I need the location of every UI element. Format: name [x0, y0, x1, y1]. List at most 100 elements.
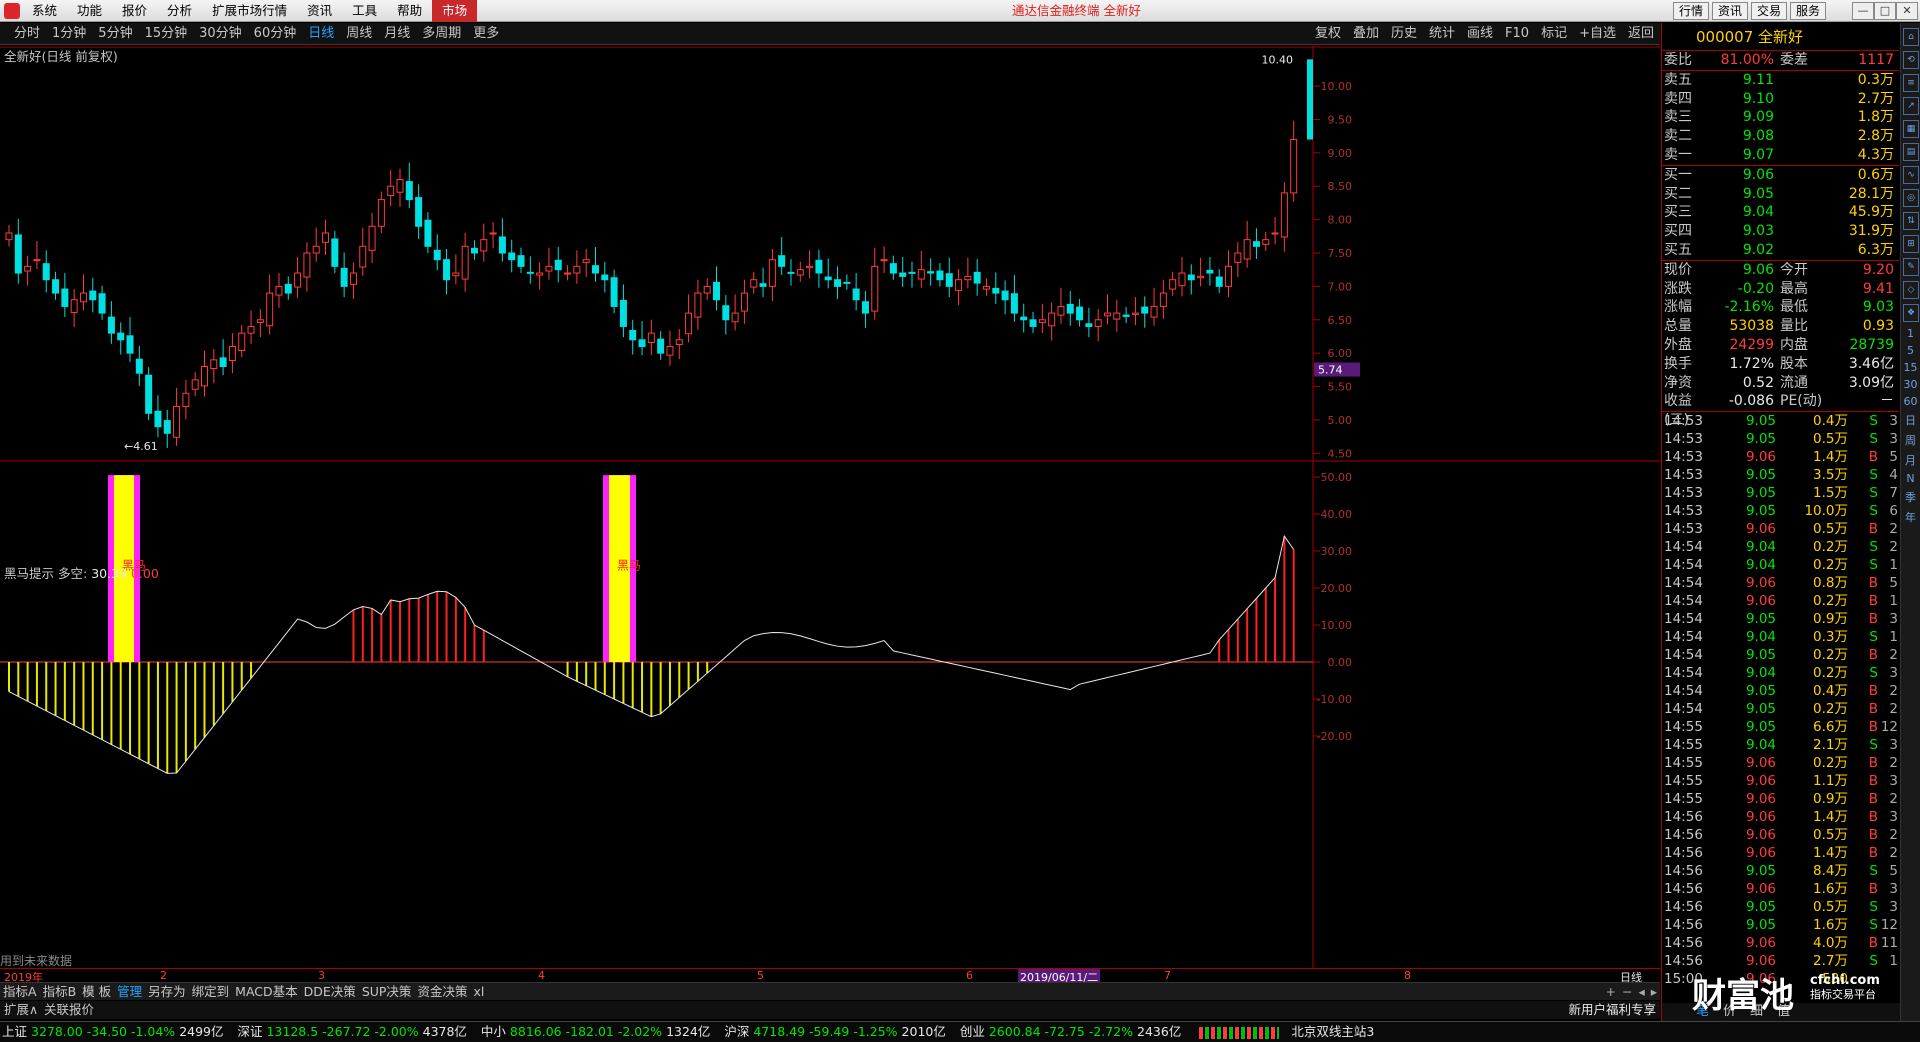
period-60min[interactable]: 60分钟 [248, 23, 303, 45]
candle-body [526, 271, 534, 274]
sidebar-tool-icon[interactable]: ⇅ [1903, 212, 1919, 230]
tool-f10[interactable]: F10 [1499, 23, 1535, 45]
candle-body [70, 299, 78, 313]
sidebar-tool-icon[interactable]: ✎ [1903, 258, 1919, 276]
quote-button[interactable]: 行情 [1672, 2, 1709, 20]
sidebar-period[interactable]: 1 [1901, 327, 1920, 340]
price-label: 9.50 [1328, 113, 1353, 126]
candle-body [731, 312, 739, 323]
tab-xl[interactable]: xl [470, 983, 487, 1000]
extension-toggle[interactable]: 扩展∧ [4, 1001, 38, 1019]
menu-market[interactable]: 市场 [432, 0, 478, 22]
sidebar-period[interactable]: 季 [1901, 489, 1920, 505]
tool-adjust[interactable]: 复权 [1309, 23, 1347, 45]
sidebar-tool-icon[interactable]: ∿ [1903, 166, 1919, 184]
sidebar-period[interactable]: 日 [1901, 412, 1920, 428]
sidebar-period[interactable]: 60 [1901, 395, 1920, 408]
tab-bind[interactable]: 绑定到 [189, 983, 233, 1000]
sidebar-tool-icon[interactable]: ▤ [1903, 143, 1919, 161]
period-intraday[interactable]: 分时 [8, 23, 46, 45]
tab-sup[interactable]: SUP决策 [359, 983, 415, 1000]
tab-dde[interactable]: DDE决策 [301, 983, 359, 1000]
menu-help[interactable]: 帮助 [387, 0, 432, 22]
index-sz[interactable]: 深证 13128.5 -267.72 -2.00% 4378亿 [227, 1022, 466, 1042]
sidebar-period[interactable]: 15 [1901, 361, 1920, 374]
tool-overlay[interactable]: 叠加 [1347, 23, 1385, 45]
period-30min[interactable]: 30分钟 [193, 23, 248, 45]
sidebar-period[interactable]: 年 [1901, 509, 1920, 525]
sidebar-tool-icon[interactable]: ❖ [1903, 304, 1919, 322]
sidebar-tool-icon[interactable]: ◇ [1903, 281, 1919, 299]
sidebar-tool-icon[interactable]: ⌂ [1903, 28, 1919, 46]
tool-stats[interactable]: 统计 [1423, 23, 1461, 45]
tab-indicator-b[interactable]: 指标B [40, 983, 80, 1000]
tool-draw[interactable]: 画线 [1461, 23, 1499, 45]
menu-info[interactable]: 资讯 [297, 0, 342, 22]
tick-row: 14:54 9.04 0.3万 S 1 [1664, 629, 1898, 646]
sidebar-tool-icon[interactable]: ◎ [1903, 189, 1919, 207]
tab-fund[interactable]: 资金决策 [414, 983, 470, 1000]
candle-body [1215, 276, 1223, 287]
tool-add-watch[interactable]: +自选 [1573, 23, 1622, 45]
close-icon[interactable]: ✕ [1896, 2, 1918, 20]
new-user-promo[interactable]: 新用户福利专享 [1568, 1001, 1656, 1019]
tool-history[interactable]: 历史 [1385, 23, 1423, 45]
menu-ext-market[interactable]: 扩展市场行情 [202, 0, 297, 22]
sidebar-period[interactable]: 5 [1901, 344, 1920, 357]
news-button[interactable]: 资讯 [1711, 2, 1748, 20]
related-quote-tab[interactable]: 关联报价 [44, 1001, 94, 1019]
sidebar-period[interactable]: N [1901, 472, 1920, 485]
tab-template[interactable]: 模 板 [79, 983, 114, 1000]
candle-body [107, 316, 115, 334]
menu-system[interactable]: 系统 [22, 0, 67, 22]
minimize-icon[interactable]: — [1852, 2, 1874, 20]
period-15min[interactable]: 15分钟 [139, 23, 194, 45]
candle-body [545, 265, 553, 272]
period-daily[interactable]: 日线 [302, 23, 340, 45]
sidebar-tool-icon[interactable]: ≡ [1903, 74, 1919, 92]
candle-body [685, 312, 693, 335]
sidebar-tool-icon[interactable]: ↗ [1903, 97, 1919, 115]
sidebar-tool-icon[interactable]: ⟲ [1903, 51, 1919, 69]
index-hs300[interactable]: 沪深 4718.49 -59.49 -1.25% 2010亿 [714, 1022, 946, 1042]
tab-macd[interactable]: MACD基本 [232, 983, 300, 1000]
menu-tools[interactable]: 工具 [342, 0, 387, 22]
index-sh[interactable]: 上证 3278.00 -34.50 -1.04% 2499亿 [0, 1022, 224, 1042]
period-1min[interactable]: 1分钟 [46, 23, 92, 45]
trade-button[interactable]: 交易 [1750, 2, 1787, 20]
menu-function[interactable]: 功能 [67, 0, 112, 22]
candle-body [601, 274, 609, 281]
index-sme[interactable]: 中小 8816.06 -182.01 -2.02% 1324亿 [471, 1022, 710, 1042]
tool-back[interactable]: 返回 [1622, 23, 1660, 45]
index-gem[interactable]: 创业 2600.84 -72.75 -2.72% 2436亿 [950, 1022, 1182, 1042]
sidebar-period[interactable]: 月 [1901, 452, 1920, 468]
sidebar-period[interactable]: 周 [1901, 432, 1920, 448]
period-monthly[interactable]: 月线 [378, 23, 416, 45]
kline-chart[interactable]: 10.00 9.50 9.00 8.50 8.00 7.50 7.00 6.50 6.00 5.5… [0, 46, 1660, 968]
tab-manage[interactable]: 管理 [114, 983, 145, 1000]
menu-quote[interactable]: 报价 [112, 0, 157, 22]
low-price-label: ←4.61 [124, 440, 158, 453]
period-weekly[interactable]: 周线 [340, 23, 378, 45]
scroll-left-icon[interactable]: ◂ [1635, 983, 1647, 1000]
sidebar-tool-icon[interactable]: ⊞ [1903, 235, 1919, 253]
candle-body [815, 259, 823, 274]
period-more[interactable]: 更多 [467, 23, 505, 45]
period-5min[interactable]: 5分钟 [92, 23, 138, 45]
maximize-icon[interactable]: □ [1874, 2, 1896, 20]
chart-area[interactable]: 10.00 9.50 9.00 8.50 8.00 7.50 7.00 6.50 6.00 5.5… [0, 46, 1660, 968]
scroll-right-icon[interactable]: ▸ [1648, 983, 1660, 1000]
server-name[interactable]: 北京双线主站3 [1283, 1022, 1374, 1042]
tick-list[interactable]: 14:53 9.05 0.4万 S 3 14:53 9.05 0.5万 S 3 14:53 9.06 1… [1662, 412, 1899, 988]
candle-body [1243, 239, 1251, 260]
tool-mark[interactable]: 标记 [1535, 23, 1573, 45]
zoom-out-icon[interactable]: − [1619, 983, 1635, 1000]
service-button[interactable]: 服务 [1789, 2, 1826, 20]
sidebar-period[interactable]: 30 [1901, 378, 1920, 391]
period-multi[interactable]: 多周期 [416, 23, 467, 45]
tab-indicator-a[interactable]: 指标A [0, 983, 40, 1000]
tab-save-as[interactable]: 另存为 [145, 983, 189, 1000]
sidebar-tool-icon[interactable]: ▦ [1903, 120, 1919, 138]
zoom-in-icon[interactable]: + [1602, 983, 1618, 1000]
menu-analysis[interactable]: 分析 [157, 0, 202, 22]
